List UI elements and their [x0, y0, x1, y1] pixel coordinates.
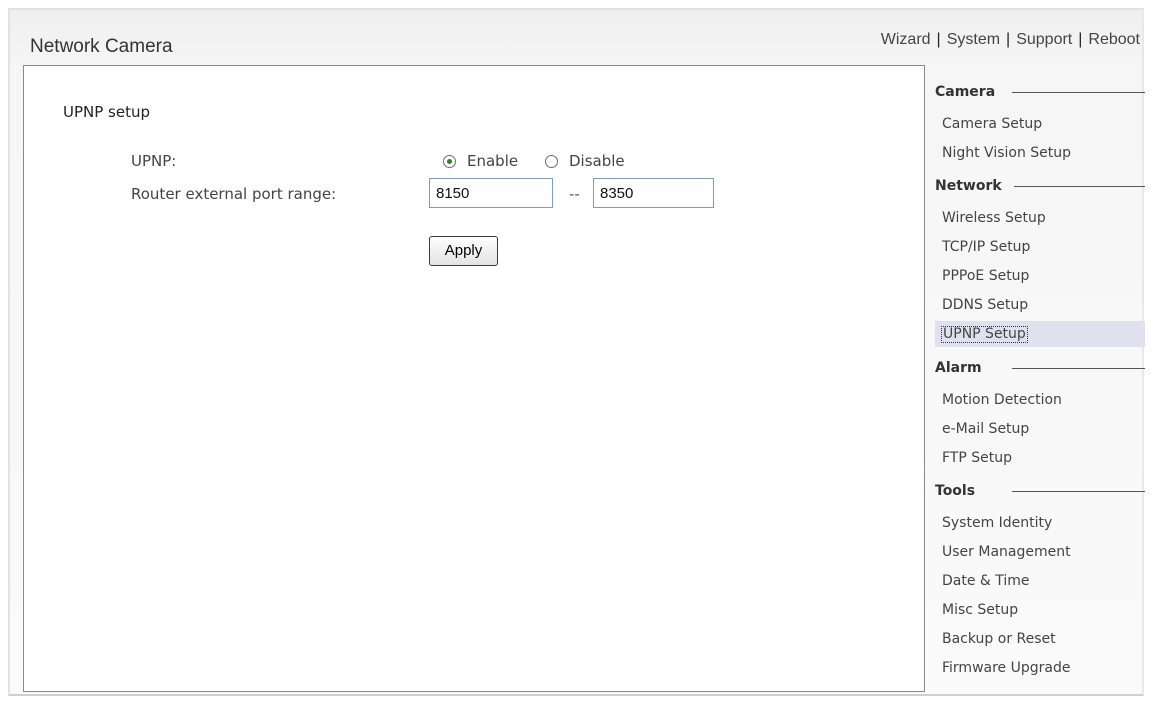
- sidebar-item-backup-reset[interactable]: Backup or Reset: [942, 631, 1056, 647]
- top-nav: Wizard | System | Support | Reboot: [881, 31, 1140, 49]
- sidebar-item-user-management[interactable]: User Management: [942, 544, 1071, 560]
- section-tools-title: Tools: [935, 483, 976, 499]
- sidebar-item-motion-detection[interactable]: Motion Detection: [942, 392, 1062, 408]
- nav-separator: |: [1006, 31, 1011, 48]
- port-from-input[interactable]: [429, 178, 553, 208]
- app-title: Network Camera: [30, 36, 173, 57]
- nav-system-link[interactable]: System: [947, 31, 1000, 48]
- sidebar-item-misc-setup[interactable]: Misc Setup: [942, 602, 1018, 618]
- nav-reboot-link[interactable]: Reboot: [1088, 31, 1140, 48]
- section-network-title: Network: [935, 178, 1002, 194]
- port-range-label: Router external port range:: [131, 185, 337, 203]
- sidebar-item-ftp-setup[interactable]: FTP Setup: [942, 450, 1012, 466]
- page-heading: UPNP setup: [63, 103, 151, 121]
- nav-wizard-link[interactable]: Wizard: [881, 31, 931, 48]
- port-range-separator: --: [569, 185, 580, 203]
- section-divider: [1012, 92, 1145, 93]
- section-camera-title: Camera: [935, 84, 996, 100]
- content-panel: UPNP setup UPNP: Enable Disable Router e…: [23, 65, 925, 692]
- sidebar-item-camera-setup[interactable]: Camera Setup: [942, 116, 1042, 132]
- nav-support-link[interactable]: Support: [1016, 31, 1072, 48]
- sidebar-item-label: UPNP Setup: [941, 326, 1028, 343]
- sidebar-item-tcpip-setup[interactable]: TCP/IP Setup: [942, 239, 1030, 255]
- upnp-label: UPNP:: [131, 152, 177, 170]
- sidebar-item-ddns-setup[interactable]: DDNS Setup: [942, 297, 1028, 313]
- nav-separator: |: [1078, 31, 1083, 48]
- section-divider: [1014, 186, 1145, 187]
- enable-radio-label[interactable]: Enable: [467, 152, 518, 170]
- section-alarm-title: Alarm: [935, 360, 982, 376]
- sidebar-item-email-setup[interactable]: e-Mail Setup: [942, 421, 1029, 437]
- disable-radio-label[interactable]: Disable: [569, 152, 625, 170]
- disable-radio[interactable]: [545, 155, 558, 168]
- section-divider: [1012, 491, 1145, 492]
- nav-separator: |: [936, 31, 941, 48]
- sidebar-item-night-vision-setup[interactable]: Night Vision Setup: [942, 145, 1071, 161]
- section-divider: [1012, 368, 1145, 369]
- enable-radio[interactable]: [443, 155, 456, 168]
- port-to-input[interactable]: [593, 178, 714, 208]
- sidebar-item-firmware-upgrade[interactable]: Firmware Upgrade: [942, 660, 1070, 676]
- apply-button[interactable]: Apply: [429, 236, 498, 266]
- sidebar-item-upnp-setup[interactable]: UPNP Setup: [935, 321, 1145, 347]
- sidebar-item-system-identity[interactable]: System Identity: [942, 515, 1052, 531]
- sidebar-item-pppoe-setup[interactable]: PPPoE Setup: [942, 268, 1029, 284]
- sidebar-item-wireless-setup[interactable]: Wireless Setup: [942, 210, 1046, 226]
- sidebar-item-date-time[interactable]: Date & Time: [942, 573, 1030, 589]
